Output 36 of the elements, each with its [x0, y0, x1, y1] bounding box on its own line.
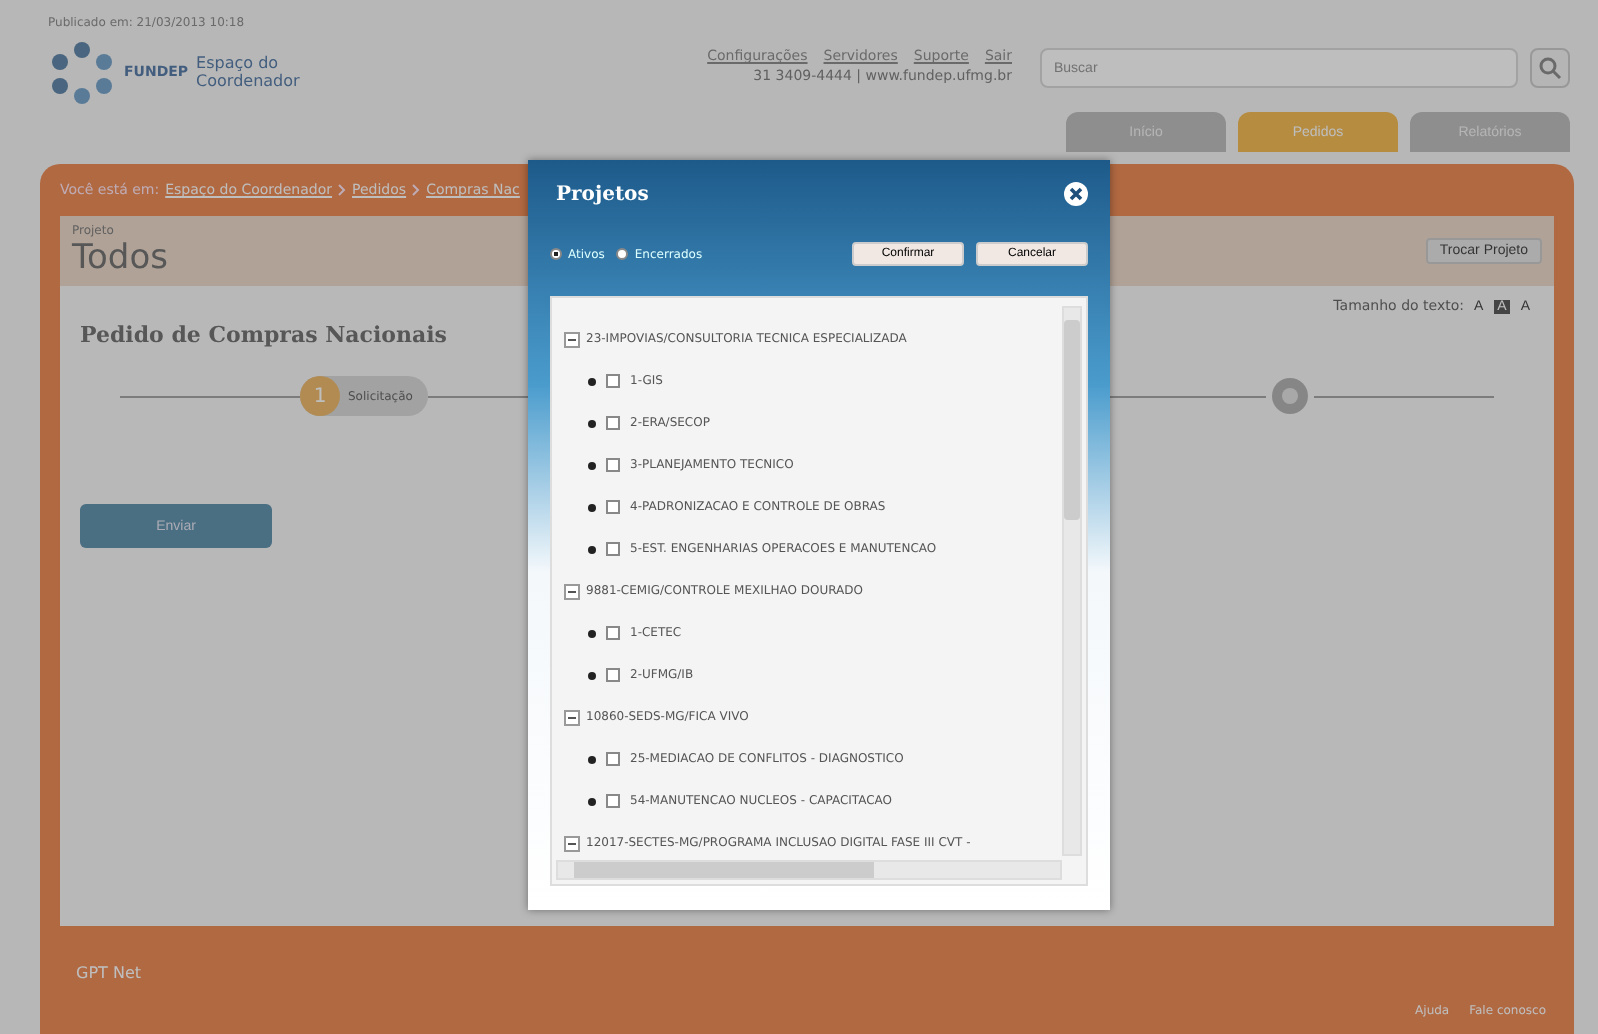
bullet-icon [588, 461, 596, 469]
bullet-icon [588, 629, 596, 637]
project-checkbox[interactable] [606, 500, 620, 514]
form-title: Pedido de Compras Nacionais [80, 322, 447, 348]
project-checkbox[interactable] [606, 626, 620, 640]
logo-text: Espaço do [196, 54, 281, 72]
bullet-icon [588, 377, 596, 385]
bullet-icon [588, 545, 596, 553]
project-checkbox[interactable] [606, 458, 620, 472]
project-checkbox[interactable] [606, 374, 620, 388]
chevron-icon [412, 184, 421, 196]
bullet-icon [588, 503, 596, 511]
project-checkbox[interactable] [606, 752, 620, 766]
logo-text: Coordenador [196, 72, 300, 90]
collapse-icon[interactable] [564, 331, 580, 347]
collapse-icon[interactable] [564, 709, 580, 725]
project-checkbox[interactable] [606, 542, 620, 556]
project-checkbox[interactable] [606, 668, 620, 682]
close-button[interactable] [1064, 182, 1088, 206]
bullet-icon [588, 671, 596, 679]
horizontal-scrollbar[interactable] [556, 860, 1062, 880]
search-icon [1538, 56, 1562, 80]
project-checkbox[interactable] [606, 794, 620, 808]
vertical-scrollbar[interactable] [1062, 306, 1082, 856]
footer-logo: GPT Net [76, 963, 141, 981]
project-checkbox[interactable] [606, 416, 620, 430]
search-button[interactable] [1530, 48, 1570, 88]
collapse-icon[interactable] [564, 583, 580, 599]
collapse-icon[interactable] [564, 835, 580, 851]
chevron-icon [338, 184, 347, 196]
dialog-title: Projetos [554, 183, 649, 205]
bullet-icon [588, 797, 596, 805]
bullet-icon [588, 419, 596, 427]
logo-icon [48, 38, 116, 106]
bullet-icon [588, 755, 596, 763]
project-name: Todos [72, 238, 168, 278]
